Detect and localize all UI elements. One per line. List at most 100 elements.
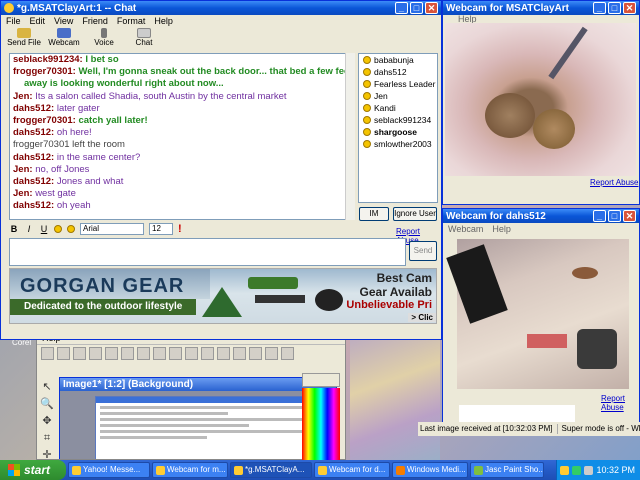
webcam-window-msatclayart[interactable]: Webcam for MSATClayArt _ □ ✕ Help Report… <box>442 0 640 205</box>
menu-view[interactable]: View <box>54 16 73 26</box>
cam2-report-abuse-link[interactable]: Report Abuse <box>601 394 639 412</box>
super-mode-status[interactable]: Super mode is off - What's this? <box>562 424 640 434</box>
zoom-tool-icon[interactable]: 🔍 <box>40 397 54 411</box>
font-select[interactable]: Arial <box>80 223 144 235</box>
menu-edit[interactable]: Edit <box>30 16 46 26</box>
alert-icon[interactable]: ! <box>178 223 182 235</box>
zoom-icon[interactable] <box>201 347 214 360</box>
close-button[interactable]: ✕ <box>623 210 636 222</box>
user-list-item[interactable]: smlowther2003 <box>359 138 437 150</box>
cam2-menu-help[interactable]: Help <box>492 224 511 234</box>
message-nick[interactable]: Jen: <box>13 164 33 175</box>
palette-icon[interactable] <box>249 347 262 360</box>
audible-icon[interactable] <box>67 225 75 233</box>
send-file-button[interactable]: Send File <box>7 28 41 48</box>
emoticon-icon[interactable] <box>54 225 62 233</box>
chat-message-area[interactable]: seblack991234: I bet so frogger70301: Wel… <box>9 53 355 220</box>
open-icon[interactable] <box>57 347 70 360</box>
italic-button[interactable]: I <box>24 224 34 234</box>
user-list-item[interactable]: Kandi <box>359 102 437 114</box>
chat-window[interactable]: *g.MSATClayArt:1 -- Chat _ □ ✕ File Edit… <box>0 0 442 340</box>
save-icon[interactable] <box>73 347 86 360</box>
minimize-button[interactable]: _ <box>395 2 408 14</box>
ignore-user-button[interactable]: Ignore User <box>393 207 437 221</box>
task-paint-shop[interactable]: Jasc Paint Sho... <box>470 462 544 478</box>
chat-button[interactable]: Chat <box>127 28 161 48</box>
crop-tool-icon[interactable]: ⌗ <box>40 431 54 445</box>
paste-icon[interactable] <box>169 347 182 360</box>
task-chat[interactable]: *g.MSATClayA... <box>230 462 312 478</box>
browse-icon[interactable] <box>217 347 230 360</box>
print-icon[interactable] <box>89 347 102 360</box>
maximize-button[interactable]: □ <box>410 2 423 14</box>
menu-friend[interactable]: Friend <box>82 16 108 26</box>
redo-icon[interactable] <box>121 347 134 360</box>
send-button[interactable]: Send <box>409 241 437 261</box>
message-nick[interactable]: seblack991234: <box>13 54 83 65</box>
menu-help[interactable]: Help <box>154 16 173 26</box>
message-nick[interactable]: dahs512: <box>13 152 54 163</box>
user-list-item[interactable]: shargoose <box>359 126 437 138</box>
task-windows-media[interactable]: Windows Medi... <box>392 462 468 478</box>
advertisement-banner[interactable]: GORGAN GEAR Dedicated to the outdoor lif… <box>9 268 437 324</box>
copy-icon[interactable] <box>153 347 166 360</box>
menu-file[interactable]: File <box>6 16 21 26</box>
minimize-button[interactable]: _ <box>593 2 606 14</box>
undo-icon[interactable] <box>105 347 118 360</box>
user-list[interactable]: bababunja dahs512 Fearless Leader Jen Kandi s… <box>358 53 438 203</box>
underline-button[interactable]: U <box>39 224 49 234</box>
ad-click-button[interactable]: > Clic <box>408 313 436 322</box>
user-list-item[interactable]: Fearless Leader <box>359 78 437 90</box>
user-list-item[interactable]: Jen <box>359 90 437 102</box>
message-nick[interactable]: frogger70301: <box>13 66 76 77</box>
maximize-button[interactable]: □ <box>608 2 621 14</box>
message-nick[interactable]: dahs512: <box>13 176 54 187</box>
arrow-tool-icon[interactable]: ↖ <box>40 380 54 394</box>
network-tray-icon[interactable] <box>572 465 582 475</box>
messenger-tray-icon[interactable] <box>560 465 570 475</box>
cam2-menu-webcam[interactable]: Webcam <box>448 224 483 234</box>
im-button[interactable]: IM <box>359 207 389 221</box>
chat-scrollbar[interactable] <box>345 53 355 220</box>
cam1-titlebar[interactable]: Webcam for MSATClayArt _ □ ✕ <box>443 1 639 15</box>
message-nick[interactable]: Jen: <box>13 188 33 199</box>
image-document-window[interactable]: Image1* [1:2] (Background) <box>59 377 337 459</box>
close-button[interactable]: ✕ <box>623 2 636 14</box>
start-button[interactable]: start <box>0 460 66 480</box>
move-tool-icon[interactable]: ✛ <box>40 448 54 459</box>
webcam-window-dahs512[interactable]: Webcam for dahs512 _ □ ✕ Webcam Help Rep… <box>442 208 640 430</box>
new-icon[interactable] <box>41 347 54 360</box>
message-nick[interactable]: Jen: <box>13 91 33 102</box>
crop-icon[interactable] <box>185 347 198 360</box>
task-webcam-m[interactable]: Webcam for m... <box>152 462 228 478</box>
deform-tool-icon[interactable]: ✥ <box>40 414 54 428</box>
user-list-item[interactable]: dahs512 <box>359 66 437 78</box>
cut-icon[interactable] <box>137 347 150 360</box>
histogram-icon[interactable] <box>265 347 278 360</box>
message-nick[interactable]: frogger70301: <box>13 115 76 126</box>
menu-format[interactable]: Format <box>117 16 146 26</box>
size-select[interactable]: 12 <box>149 223 173 235</box>
message-nick[interactable]: dahs512: <box>13 200 54 211</box>
message-input[interactable] <box>9 238 406 266</box>
volume-tray-icon[interactable] <box>584 465 594 475</box>
paint-shop-window[interactable]: Help ↖ 🔍 ✥ ⌗ ✛ Image1* [1:2] (Background… <box>36 330 346 460</box>
chat-titlebar[interactable]: *g.MSATClayArt:1 -- Chat _ □ ✕ <box>1 1 441 15</box>
user-list-item[interactable]: bababunja <box>359 54 437 66</box>
layers-icon[interactable] <box>233 347 246 360</box>
voice-button[interactable]: Voice <box>87 28 121 48</box>
message-nick[interactable]: dahs512: <box>13 127 54 138</box>
image-window-titlebar[interactable]: Image1* [1:2] (Background) <box>60 378 336 391</box>
task-yahoo-messenger[interactable]: Yahoo! Messe... <box>68 462 150 478</box>
minimize-button[interactable]: _ <box>593 210 606 222</box>
message-nick[interactable]: dahs512: <box>13 103 54 114</box>
close-button[interactable]: ✕ <box>425 2 438 14</box>
user-list-item[interactable]: seblack991234 <box>359 114 437 126</box>
maximize-button[interactable]: □ <box>608 210 621 222</box>
cam1-report-abuse-link[interactable]: Report Abuse <box>590 178 638 187</box>
task-webcam-d[interactable]: Webcam for d... <box>314 462 390 478</box>
cam2-titlebar[interactable]: Webcam for dahs512 _ □ ✕ <box>443 209 639 223</box>
script-icon[interactable] <box>281 347 294 360</box>
bold-button[interactable]: B <box>9 224 19 234</box>
webcam-button[interactable]: Webcam <box>47 28 81 48</box>
